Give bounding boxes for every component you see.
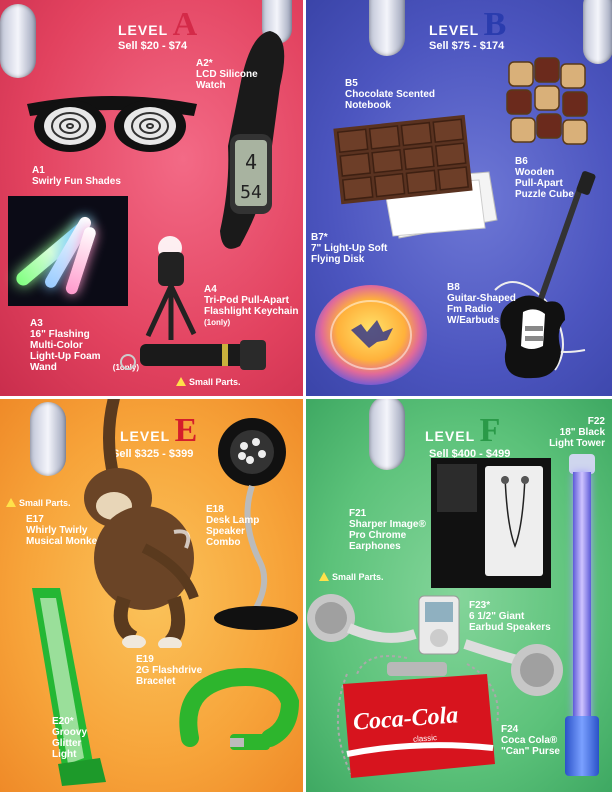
- earphones-box-image: [431, 458, 551, 588]
- swirly-shades-image: [27, 96, 197, 152]
- level-letter: F: [479, 412, 501, 449]
- small-parts-warning: Small Parts.: [6, 498, 71, 508]
- item-code: F22: [587, 416, 605, 427]
- item-a4-label: A4 Tri-Pod Pull-Apart Flashlight Keychai…: [204, 284, 300, 328]
- item-name: Desk Lamp Speaker Combo: [206, 515, 260, 548]
- item-name: 16" Flashing Multi-Color Light-Up Foam W…: [30, 329, 101, 373]
- item-code: E18: [206, 504, 224, 515]
- item-code: B8: [447, 282, 460, 293]
- coca-cola-classic-text: classic: [412, 733, 438, 744]
- item-f22-label: F22 18" Black Light Tower: [535, 416, 605, 449]
- watch-display-top: 4: [245, 150, 257, 174]
- level-a-section: LEVEL A Sell $20 - $74 A1 Swirly Fun Sha…: [0, 0, 305, 398]
- item-e18-label: E18 Desk Lamp Speaker Combo: [206, 504, 266, 548]
- item-e20-label: E20* Groovy Glitter Light: [52, 716, 98, 760]
- item-code: A1: [32, 165, 45, 176]
- level-letter: A: [172, 6, 198, 43]
- item-f23-label: F23* 6 1/2" Giant Earbud Speakers: [469, 600, 559, 633]
- item-code: A2*: [196, 58, 213, 69]
- item-code: F21: [349, 508, 367, 519]
- item-b8-label: B8 Guitar-Shaped Fm Radio W/Earbuds: [447, 282, 517, 326]
- level-a-heading: LEVEL A: [118, 6, 197, 44]
- item-code: B5: [345, 78, 358, 89]
- locker-handle: [30, 402, 66, 476]
- level-word: LEVEL: [118, 22, 169, 38]
- warning-icon: [176, 377, 186, 386]
- item-a2-label: A2* LCD Silicone Watch: [196, 58, 266, 91]
- guitar-radio-image: [494, 171, 596, 379]
- item-code: F24: [501, 724, 519, 735]
- small-parts-warning: Small Parts.: [176, 377, 241, 387]
- item-f24-label: F24 Coca Cola® "Can" Purse: [501, 724, 567, 757]
- horizontal-divider: [0, 396, 612, 399]
- level-a-price: Sell $20 - $74: [118, 40, 188, 52]
- level-letter: B: [483, 6, 507, 43]
- locker-handle: [369, 398, 405, 470]
- foam-wand-image: [8, 196, 128, 306]
- level-word: LEVEL: [429, 22, 480, 38]
- item-name: LCD Silicone Watch: [196, 69, 258, 91]
- item-b7-label: B7* 7" Light-Up Soft Flying Disk: [311, 232, 411, 265]
- item-code: E19: [136, 654, 154, 665]
- locker-handle: [369, 0, 405, 56]
- flying-disk-image: [315, 285, 427, 385]
- item-f21-label: F21 Sharper Image® Pro Chrome Earphones: [349, 508, 427, 552]
- black-light-tower-image: [565, 454, 599, 776]
- small-parts-warning: Small Parts.: [319, 572, 384, 582]
- item-name: Tri-Pod Pull-Apart Flashlight Keychain: [204, 295, 299, 317]
- warning-text: Small Parts.: [189, 377, 241, 387]
- level-f-heading: LEVEL F: [425, 412, 500, 450]
- warning-icon: [6, 498, 16, 507]
- chocolate-notebook-image: [333, 114, 498, 239]
- item-name: 18" Black Light Tower: [549, 427, 605, 449]
- item-name: Sharper Image® Pro Chrome Earphones: [349, 519, 426, 552]
- item-name: Guitar-Shaped Fm Radio W/Earbuds: [447, 293, 516, 326]
- locker-handle: [0, 4, 36, 78]
- level-b-section: LEVEL B Sell $75 - $174 B5 Chocolate Sce…: [305, 0, 612, 398]
- item-code: B7*: [311, 232, 328, 243]
- item-name: Groovy Glitter Light: [52, 727, 88, 760]
- item-code: B6: [515, 156, 528, 167]
- warning-text: Small Parts.: [332, 572, 384, 582]
- item-note: (1only): [204, 318, 231, 327]
- level-e-section: LEVEL E Sell $325 - $399 Small Parts. E1…: [0, 398, 305, 792]
- level-b-price: Sell $75 - $174: [429, 40, 505, 52]
- flashdrive-bracelet-image: [179, 668, 300, 750]
- item-b5-label: B5 Chocolate Scented Notebook: [345, 78, 455, 111]
- item-code: E17: [26, 514, 44, 525]
- item-name: Swirly Fun Shades: [32, 176, 121, 187]
- item-code: E20*: [52, 716, 74, 727]
- puzzle-cube-image: [506, 57, 588, 145]
- warning-icon: [319, 572, 329, 581]
- item-name: 6 1/2" Giant Earbud Speakers: [469, 611, 551, 633]
- item-code: A3: [30, 318, 43, 329]
- item-name: 7" Light-Up Soft Flying Disk: [311, 243, 388, 265]
- item-name: Coca Cola® "Can" Purse: [501, 735, 560, 757]
- level-b-heading: LEVEL B: [429, 6, 506, 44]
- item-a1-label: A1 Swirly Fun Shades: [32, 165, 121, 187]
- level-f-section: LEVEL F Sell $400 - $499 F22 18" Black L…: [305, 398, 612, 792]
- level-word: LEVEL: [425, 428, 476, 444]
- watch-display-bottom: 54: [240, 182, 262, 203]
- item-name: Chocolate Scented Notebook: [345, 89, 436, 111]
- item-code: F23*: [469, 600, 491, 611]
- item-code: A4: [204, 284, 217, 295]
- warning-text: Small Parts.: [19, 498, 71, 508]
